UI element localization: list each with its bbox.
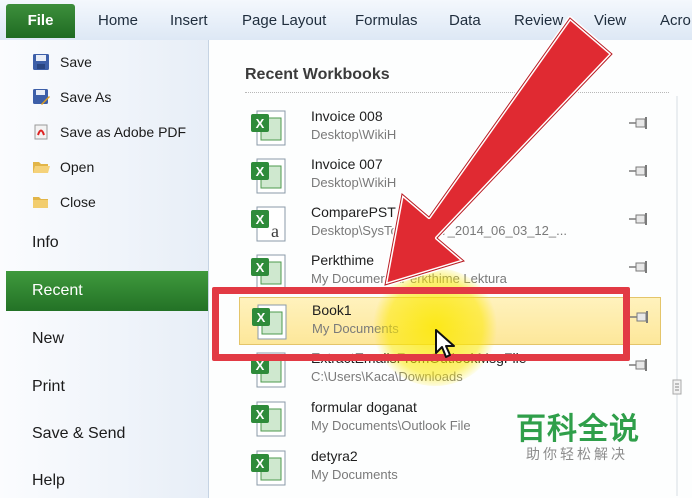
mouse-cursor-icon <box>435 329 455 358</box>
watermark-subtitle: 助你轻松解决 <box>526 446 628 462</box>
watermark-title: 百科全说 <box>516 413 640 446</box>
